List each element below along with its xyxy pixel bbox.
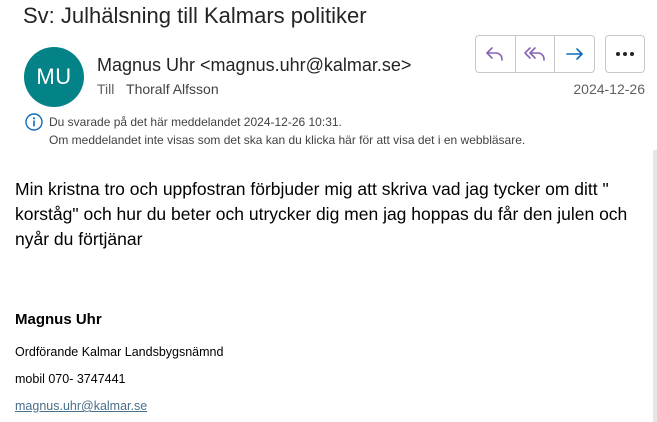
signature-title: Ordförande Kalmar Landsbygsnämnd — [15, 345, 224, 359]
signature-email-link[interactable]: magnus.uhr@kalmar.se — [15, 399, 147, 413]
view-in-browser-link[interactable]: Om meddelandet inte visas som det ska ka… — [49, 133, 525, 147]
reply-status-text: Du svarade på det här meddelandet 2024-1… — [49, 115, 342, 129]
to-label: Till — [97, 81, 115, 97]
reply-all-button[interactable] — [514, 36, 555, 72]
signature-name: Magnus Uhr — [15, 311, 102, 328]
more-actions-button[interactable] — [605, 35, 645, 73]
reply-icon — [486, 47, 504, 61]
email-subject: Sv: Julhälsning till Kalmars politiker — [23, 3, 367, 28]
info-icon — [25, 113, 43, 131]
recipient-row: Till Thoralf Alfsson — [97, 81, 219, 97]
reply-action-group — [475, 35, 595, 73]
avatar[interactable]: MU — [24, 47, 84, 107]
more-icon — [616, 52, 634, 56]
forward-button[interactable] — [554, 36, 594, 72]
sender-name[interactable]: Magnus Uhr <magnus.uhr@kalmar.se> — [97, 55, 411, 76]
recipient-name[interactable]: Thoralf Alfsson — [126, 81, 219, 97]
reply-button[interactable] — [476, 36, 515, 72]
signature-phone: mobil 070- 3747441 — [15, 372, 126, 386]
email-body: Min kristna tro och uppfostran förbjuder… — [15, 179, 628, 249]
email-date: 2024-12-26 — [573, 81, 645, 97]
scrollbar-track[interactable] — [653, 150, 657, 422]
reply-all-icon — [524, 47, 545, 61]
forward-icon — [565, 48, 583, 60]
